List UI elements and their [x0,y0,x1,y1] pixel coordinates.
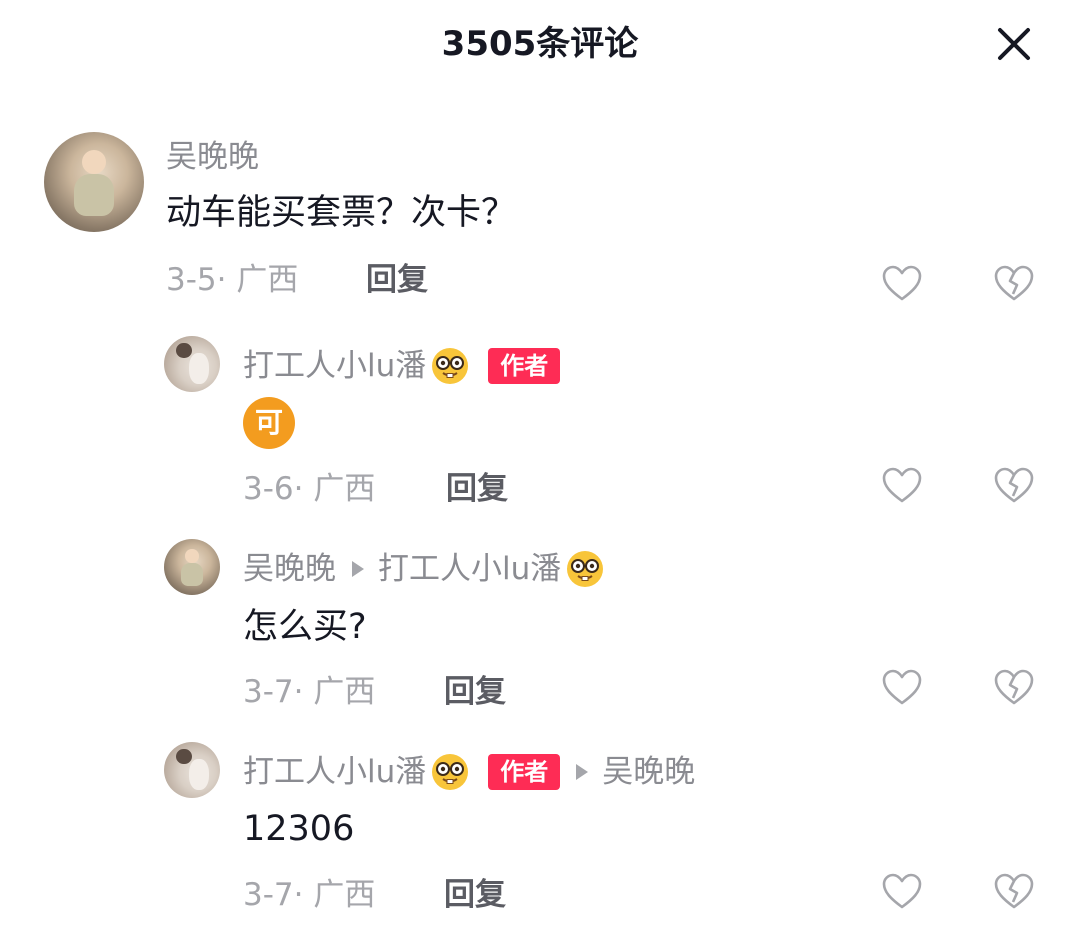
page-title: 3505条评论 [441,24,639,64]
reply-button[interactable]: 回复 [444,672,506,712]
comment-date-location: 3-6· 广西 [243,471,376,507]
close-icon[interactable] [992,22,1036,66]
nerd-face-emoji [432,754,469,790]
avatar[interactable] [164,539,220,595]
username-text: 吴晚晚 [243,551,336,587]
heart-outline-icon[interactable] [881,466,923,504]
reply-to-username[interactable]: 吴晚晚 [602,752,695,792]
comment-username[interactable]: 吴晚晚 [166,137,259,177]
nerd-face-emoji [567,551,604,587]
avatar[interactable] [164,742,220,798]
comment-text: 怎么买? [243,607,367,647]
heart-outline-icon[interactable] [881,668,923,706]
comment-username[interactable]: 打工人小lu潘 作者 [243,346,561,386]
comment-username[interactable]: 吴晚晚 打工人小lu潘 [243,549,605,589]
comment-text: 12306 [243,809,355,849]
sticker-ke: 可 [243,397,295,449]
heart-outline-icon[interactable] [881,872,923,910]
comment-date-location: 3-7· 广西 [243,674,376,710]
broken-heart-icon[interactable] [993,466,1035,504]
username-text: 打工人小lu潘 [243,754,427,790]
broken-heart-icon[interactable] [993,264,1035,302]
reply-button[interactable]: 回复 [366,260,428,300]
author-badge: 作者 [488,348,561,384]
username-text: 打工人小lu潘 [243,348,427,384]
comment-date-location: 3-7· 广西 [243,877,376,913]
reply-to-username[interactable]: 打工人小lu潘 [378,549,561,589]
broken-heart-icon[interactable] [993,872,1035,910]
avatar[interactable] [44,132,144,232]
broken-heart-icon[interactable] [993,668,1035,706]
reply-button[interactable]: 回复 [444,875,506,915]
author-badge: 作者 [488,754,561,790]
comment-text: 动车能买套票？次卡？ [166,193,517,233]
username-text: 吴晚晚 [166,139,259,175]
comment-username[interactable]: 打工人小lu潘 作者 吴晚晚 [243,752,695,792]
reply-arrow-icon [352,561,364,577]
reply-arrow-icon [576,764,589,780]
heart-outline-icon[interactable] [881,264,923,302]
nerd-face-emoji [432,348,469,384]
comment-date-location: 3-5· 广西 [166,262,299,298]
reply-button[interactable]: 回复 [446,469,508,509]
avatar[interactable] [164,336,220,392]
